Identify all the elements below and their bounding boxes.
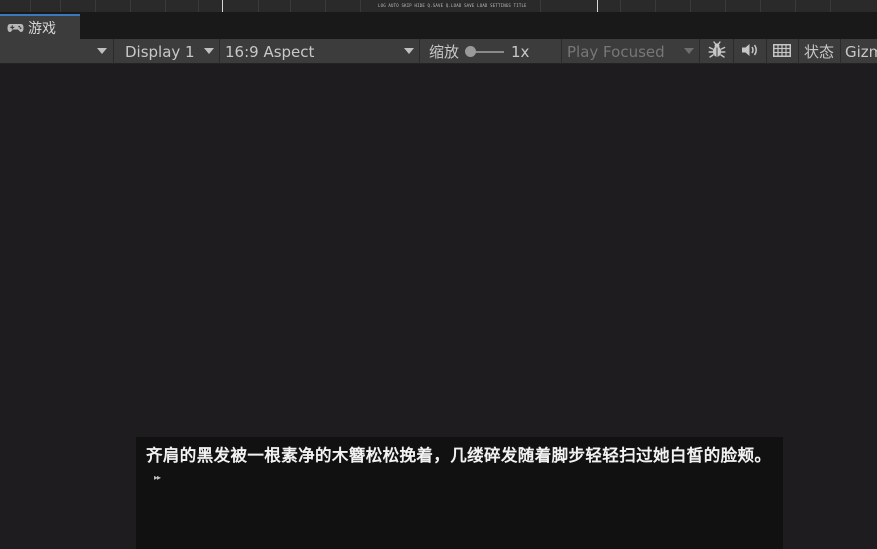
scale-value-text: 1x: [511, 42, 530, 61]
bug-icon: [708, 40, 726, 63]
aspect-dropdown[interactable]: 16:9 Aspect: [220, 39, 420, 64]
timeline-tick: [655, 0, 656, 12]
dialogue-box[interactable]: 齐肩的黑发被一根素净的木簪松松挽着，几缕碎发随着脚步轻轻扫过她白皙的脸颊。 ▸▸: [136, 437, 783, 549]
timeline-tick: [290, 0, 291, 12]
scale-label-text: 缩放: [429, 43, 460, 61]
scale-label: 缩放: [429, 39, 463, 64]
stats-label: 状态: [804, 43, 835, 61]
chevron-down-icon: [97, 48, 107, 54]
playhead-marker[interactable]: [597, 0, 598, 12]
play-mode-dropdown[interactable]: Play Focused: [562, 39, 700, 64]
display-value: Display 1: [125, 42, 195, 61]
display-dropdown[interactable]: Display 1: [114, 39, 220, 64]
debug-button[interactable]: [701, 39, 733, 64]
timeline-tick: [95, 0, 96, 12]
mute-audio-button[interactable]: [734, 39, 765, 64]
toolbar-divider: [840, 39, 841, 64]
keyboard-grid-icon: [773, 42, 791, 61]
gamepad-icon: [7, 18, 24, 37]
view-type-dropdown[interactable]: [0, 39, 114, 64]
timeline-tick: [165, 0, 166, 12]
chevron-down-icon: [204, 48, 214, 54]
timeline-tick: [830, 0, 831, 12]
play-mode-value: Play Focused: [567, 42, 665, 61]
timeline-tick: [60, 0, 61, 12]
chevron-down-icon: [404, 48, 414, 54]
dialogue-text: 齐肩的黑发被一根素净的木簪松松挽着，几缕碎发随着脚步轻轻扫过她白皙的脸颊。: [146, 446, 772, 465]
timeline-tick: [258, 0, 259, 12]
aspect-value: 16:9 Aspect: [225, 42, 315, 61]
timeline-strip: LOG AUTO SKIP HIDE Q.SAVE Q.LOAD SAVE LO…: [0, 0, 877, 13]
speaker-icon: [741, 42, 759, 61]
tab-label: 游戏: [28, 20, 56, 37]
shortcuts-button[interactable]: [767, 39, 797, 64]
timeline-tick: [540, 0, 541, 12]
game-hud-menu: LOG AUTO SKIP HIDE Q.SAVE Q.LOAD SAVE LO…: [378, 3, 527, 8]
scale-value: 1x: [511, 39, 541, 64]
gizmos-button[interactable]: Gizm: [845, 39, 877, 64]
timeline-tick: [620, 0, 621, 12]
stats-button[interactable]: 状态: [804, 39, 838, 64]
timeline-tick: [130, 0, 131, 12]
timeline-tick: [725, 0, 726, 12]
timeline-tick: [760, 0, 761, 12]
timeline-tick: [325, 0, 326, 12]
timeline-tick: [690, 0, 691, 12]
chevron-down-icon: [684, 48, 694, 54]
dialogue-text-container: 齐肩的黑发被一根素净的木簪松松挽着，几缕碎发随着脚步轻轻扫过她白皙的脸颊。 ▸▸: [146, 445, 776, 488]
tab-bar: 游戏: [0, 13, 877, 39]
gizmos-label: Gizm: [845, 42, 877, 61]
timeline-tick: [30, 0, 31, 12]
tab-game[interactable]: 游戏: [0, 14, 80, 39]
continue-indicator-icon: ▸▸: [154, 473, 161, 482]
toolbar-divider: [798, 39, 799, 64]
timeline-tick: [360, 0, 361, 12]
scale-slider-handle[interactable]: [465, 46, 476, 57]
playhead-marker[interactable]: [222, 0, 223, 12]
timeline-tick: [198, 0, 199, 12]
timeline-tick: [795, 0, 796, 12]
